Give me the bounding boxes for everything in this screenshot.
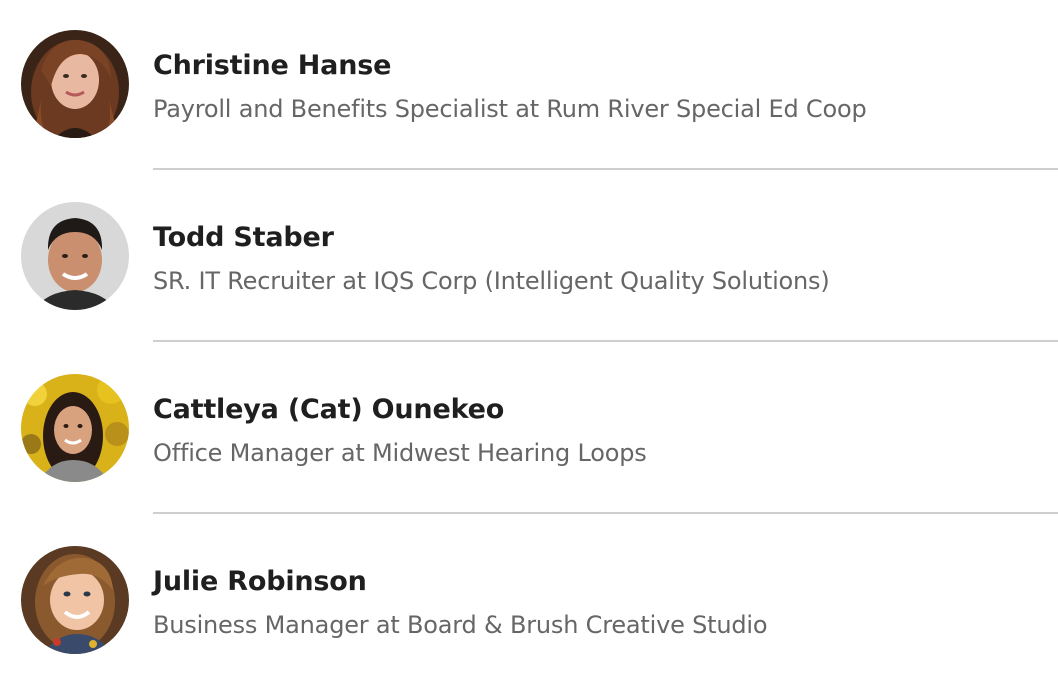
- person-headline: Business Manager at Board & Brush Creati…: [153, 611, 768, 639]
- divider: [153, 168, 1058, 170]
- list-item[interactable]: Christine Hanse Payroll and Benefits Spe…: [0, 0, 1058, 172]
- avatar-photo-icon: [21, 202, 129, 310]
- person-headline: SR. IT Recruiter at IQS Corp (Intelligen…: [153, 267, 830, 295]
- person-headline: Office Manager at Midwest Hearing Loops: [153, 439, 647, 467]
- list-item[interactable]: Todd Staber SR. IT Recruiter at IQS Corp…: [0, 172, 1058, 344]
- person-name[interactable]: Cattleya (Cat) Ounekeo: [153, 394, 504, 425]
- avatar[interactable]: [21, 546, 129, 654]
- avatar[interactable]: [21, 202, 129, 310]
- person-name[interactable]: Christine Hanse: [153, 50, 391, 81]
- divider: [153, 340, 1058, 342]
- list-item[interactable]: Julie Robinson Business Manager at Board…: [0, 516, 1058, 688]
- avatar-photo-icon: [21, 30, 129, 138]
- divider: [153, 512, 1058, 514]
- avatar-photo-icon: [21, 374, 129, 482]
- person-name[interactable]: Julie Robinson: [153, 566, 367, 597]
- person-name[interactable]: Todd Staber: [153, 222, 334, 253]
- list-item[interactable]: Cattleya (Cat) Ounekeo Office Manager at…: [0, 344, 1058, 516]
- avatar[interactable]: [21, 374, 129, 482]
- avatar-photo-icon: [21, 546, 129, 654]
- avatar[interactable]: [21, 30, 129, 138]
- person-headline: Payroll and Benefits Specialist at Rum R…: [153, 95, 867, 123]
